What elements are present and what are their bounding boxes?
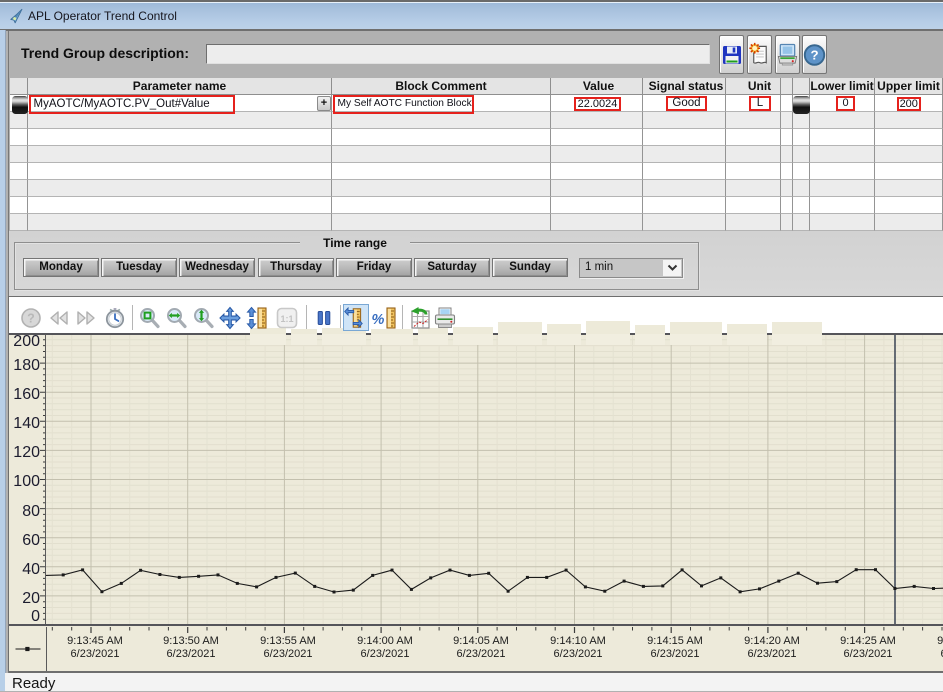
svg-text:1:1: 1:1 <box>280 314 293 324</box>
svg-text:?: ? <box>27 311 35 325</box>
svg-text:%: % <box>372 312 385 328</box>
svg-text:?: ? <box>810 47 818 62</box>
